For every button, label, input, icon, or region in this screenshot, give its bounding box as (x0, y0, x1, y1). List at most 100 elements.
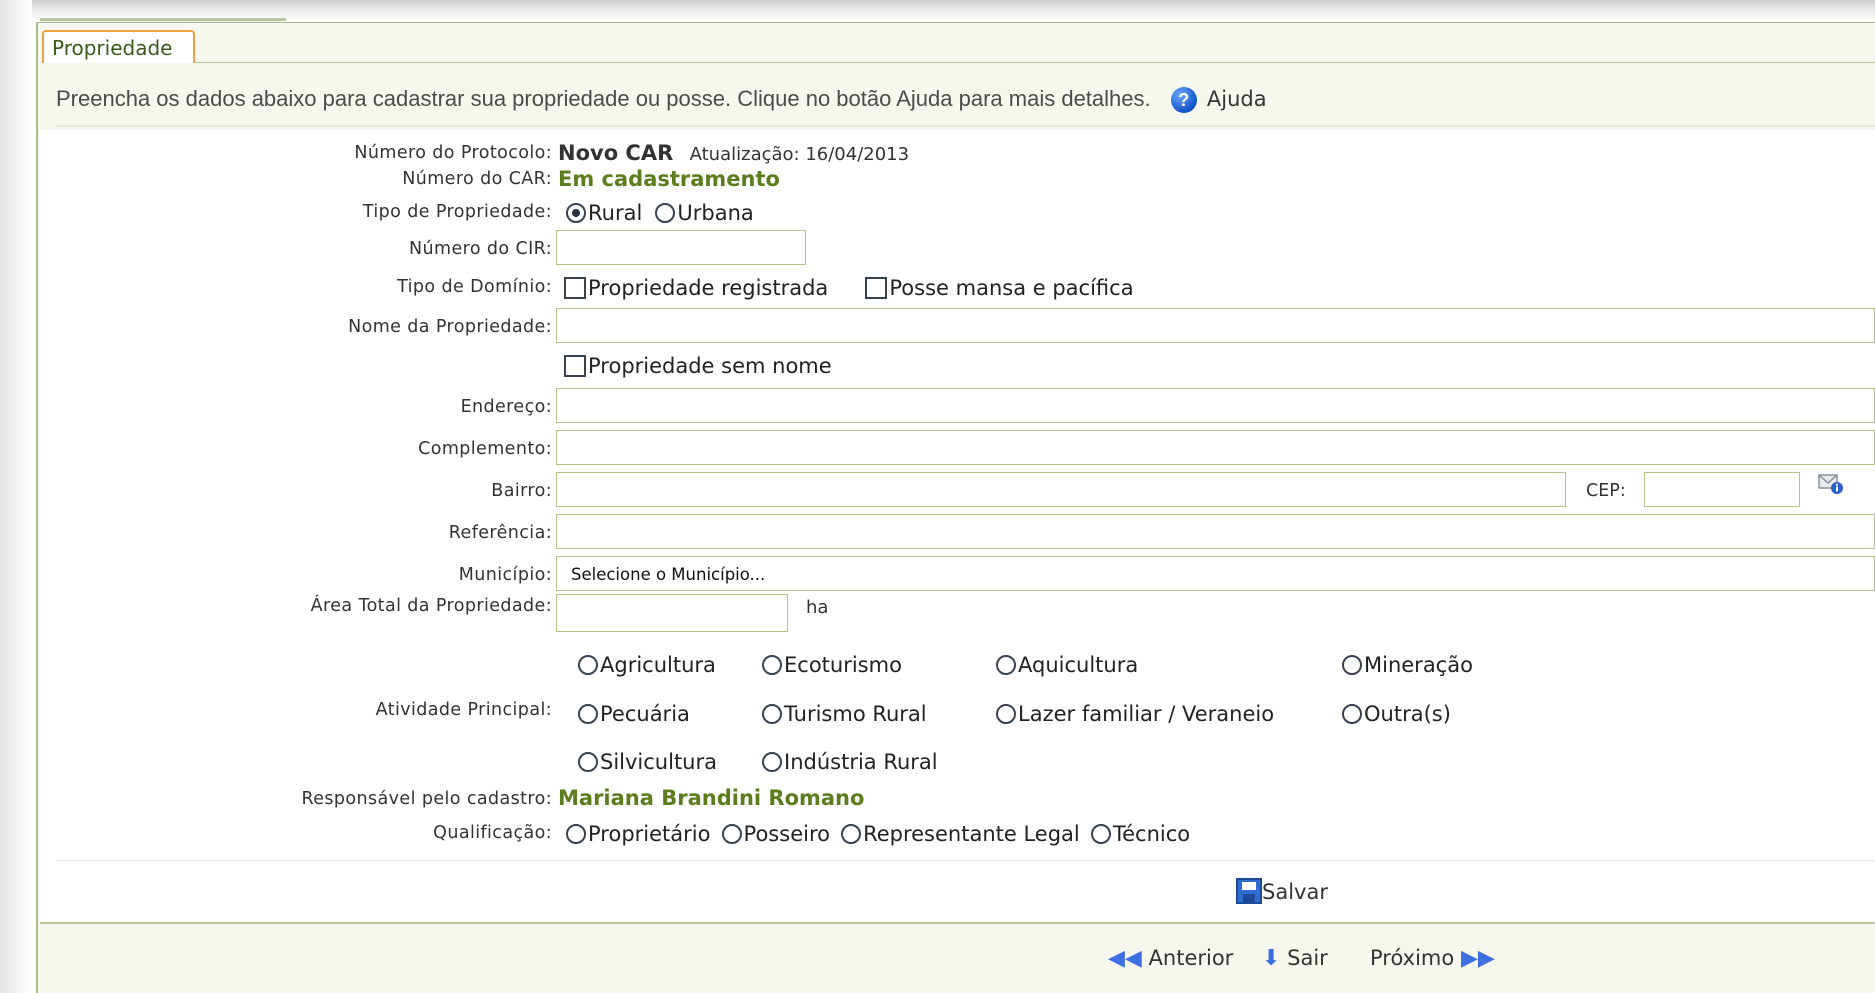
checkbox-posse-mansa-label: Posse mansa e pacífica (889, 276, 1134, 300)
radio-industria-rural-label: Indústria Rural (784, 750, 938, 774)
neighborhood-input[interactable] (556, 472, 1566, 507)
exit-button[interactable]: ⬇ Sair (1262, 946, 1328, 971)
qualification-label: Qualificação: (433, 823, 552, 843)
radio-representante-legal[interactable] (841, 824, 862, 844)
radio-rural[interactable] (566, 203, 586, 223)
address-input[interactable] (556, 388, 1875, 423)
radio-ecoturismo[interactable] (762, 655, 782, 675)
radio-silvicultura-label: Silvicultura (600, 750, 717, 774)
activity-option: Indústria Rural (762, 750, 938, 774)
radio-representante-legal-label: Representante Legal (863, 822, 1080, 846)
checkbox-posse-mansa[interactable] (865, 277, 888, 299)
domain-type-label: Tipo de Domínio: (397, 277, 552, 297)
radio-posseiro[interactable] (721, 824, 742, 844)
radio-outras-label: Outra(s) (1364, 702, 1451, 726)
radio-industria-rural[interactable] (762, 752, 782, 772)
save-button[interactable]: Salvar (1236, 878, 1328, 904)
save-label: Salvar (1262, 880, 1328, 904)
update-date: Atualização: 16/04/2013 (689, 144, 910, 165)
reference-input[interactable] (556, 514, 1875, 549)
radio-outras[interactable] (1342, 704, 1362, 724)
tab-propriedade[interactable]: Propriedade (42, 30, 195, 63)
car-number-value: Em cadastramento (558, 167, 780, 191)
activity-option: Silvicultura (578, 750, 717, 774)
radio-pecuaria[interactable] (578, 704, 598, 724)
protocol-label: Número do Protocolo: (354, 143, 552, 163)
radio-proprietario-label: Proprietário (588, 822, 711, 846)
radio-posseiro-label: Posseiro (743, 822, 830, 846)
radio-pecuaria-label: Pecuária (600, 702, 690, 726)
radio-lazer-familiar[interactable] (996, 704, 1016, 724)
reference-label: Referência: (448, 523, 552, 543)
exit-label: Sair (1287, 946, 1328, 970)
municipality-select[interactable]: Selecione o Município... (556, 556, 1875, 591)
radio-mineracao[interactable] (1342, 655, 1362, 675)
previous-label: Anterior (1148, 946, 1234, 970)
no-name-option: Propriedade sem nome (564, 354, 832, 378)
checkbox-propriedade-registrada[interactable] (564, 277, 586, 299)
frame-top-accent (40, 18, 286, 21)
activity-option: Agricultura (578, 653, 716, 677)
property-type-label: Tipo de Propriedade: (362, 202, 552, 222)
responsible-label: Responsável pelo cadastro: (301, 789, 552, 809)
help-icon[interactable]: ? (1170, 87, 1197, 114)
window-left-shadow (0, 0, 32, 993)
municipality-label: Município: (458, 565, 552, 585)
radio-lazer-familiar-label: Lazer familiar / Veraneio (1018, 702, 1275, 726)
divider (56, 860, 1875, 861)
protocol-value: Novo CAR (558, 141, 674, 165)
checkbox-sem-nome-label: Propriedade sem nome (588, 354, 832, 378)
double-left-arrow-icon: ◀◀ (1108, 946, 1142, 971)
radio-tecnico[interactable] (1090, 824, 1111, 844)
activity-option: Aquicultura (996, 653, 1138, 677)
cep-label: CEP: (1586, 481, 1626, 501)
radio-urbana[interactable] (655, 203, 676, 223)
complement-label: Complemento: (418, 439, 552, 459)
radio-rural-label: Rural (588, 201, 643, 225)
next-label: Próximo (1370, 946, 1455, 970)
radio-aquicultura-label: Aquicultura (1018, 653, 1139, 677)
previous-button[interactable]: ◀◀ Anterior (1108, 946, 1233, 971)
mail-info-icon[interactable] (1818, 473, 1844, 495)
help-link[interactable]: Ajuda (1207, 87, 1267, 111)
next-button[interactable]: Próximo ▶▶ (1370, 946, 1495, 971)
radio-turismo-rural-label: Turismo Rural (784, 702, 927, 726)
car-number-label: Número do CAR: (402, 169, 552, 189)
radio-urbana-label: Urbana (677, 201, 754, 225)
address-label: Endereço: (460, 397, 552, 417)
radio-agricultura-label: Agricultura (600, 653, 716, 677)
activity-option: Turismo Rural (762, 702, 927, 726)
instructions: Preencha os dados abaixo para cadastrar … (56, 86, 1267, 114)
save-icon (1236, 878, 1262, 904)
double-right-arrow-icon: ▶▶ (1460, 946, 1495, 971)
responsible-value: Mariana Brandini Romano (558, 786, 865, 810)
cir-input[interactable] (556, 230, 806, 265)
area-unit: ha (806, 597, 829, 618)
domain-type-options: Propriedade registrada Posse mansa e pac… (564, 276, 1134, 300)
cep-input[interactable] (1644, 472, 1800, 507)
radio-aquicultura[interactable] (996, 655, 1016, 675)
property-name-input[interactable] (556, 308, 1875, 343)
property-type-options: Rural Urbana (566, 201, 754, 225)
radio-proprietario[interactable] (566, 824, 586, 844)
activity-option: Pecuária (578, 702, 690, 726)
area-label: Área Total da Propriedade: (310, 596, 552, 616)
down-arrow-icon: ⬇ (1262, 946, 1281, 971)
radio-mineracao-label: Mineração (1364, 653, 1473, 677)
area-input[interactable] (556, 594, 788, 632)
property-name-label: Nome da Propriedade: (348, 317, 552, 337)
neighborhood-label: Bairro: (491, 481, 552, 501)
checkbox-propriedade-registrada-label: Propriedade registrada (588, 276, 829, 300)
radio-silvicultura[interactable] (578, 752, 598, 772)
qualification-options: Proprietário Posseiro Representante Lega… (566, 822, 1190, 846)
checkbox-sem-nome[interactable] (564, 355, 586, 377)
radio-ecoturismo-label: Ecoturismo (784, 653, 902, 677)
cir-label: Número do CIR: (409, 239, 552, 259)
complement-input[interactable] (556, 430, 1875, 465)
instructions-text: Preencha os dados abaixo para cadastrar … (56, 86, 1151, 111)
tab-underline (195, 62, 1875, 63)
radio-turismo-rural[interactable] (762, 704, 782, 724)
radio-agricultura[interactable] (578, 655, 598, 675)
activity-option: Outra(s) (1342, 702, 1451, 726)
radio-tecnico-label: Técnico (1112, 822, 1191, 846)
